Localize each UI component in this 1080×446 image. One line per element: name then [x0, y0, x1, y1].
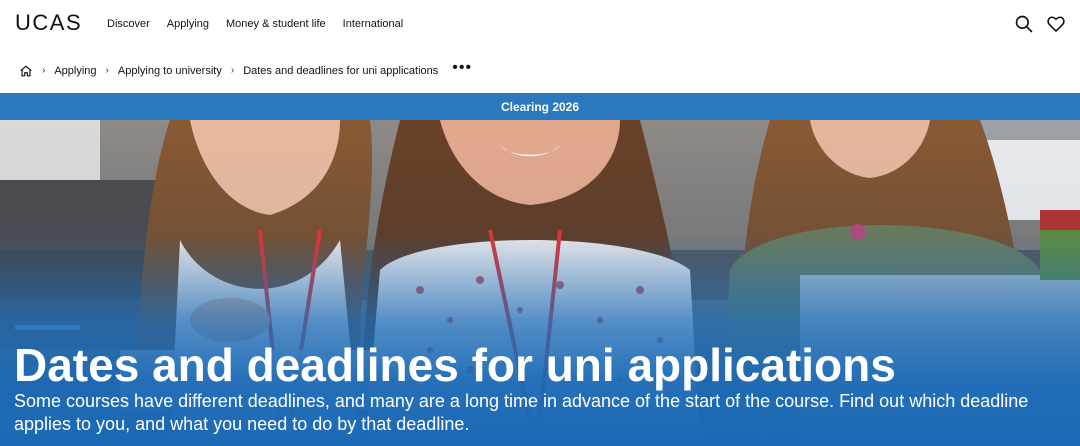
hero-section: Dates and deadlines for uni applications…	[0, 120, 1080, 446]
heart-icon[interactable]	[1045, 13, 1067, 35]
more-options-icon[interactable]: •••	[452, 59, 472, 75]
accent-bar	[15, 325, 80, 330]
home-icon[interactable]	[19, 64, 33, 78]
main-nav: Discover Applying Money & student life I…	[107, 0, 420, 48]
breadcrumb-current-page: Dates and deadlines for uni applications	[243, 64, 439, 77]
page-title: Dates and deadlines for uni applications	[14, 339, 896, 391]
page-intro: Some courses have different deadlines, a…	[14, 391, 1029, 434]
ucas-logo[interactable]: UCAS	[15, 11, 82, 35]
chevron-right-icon: ›	[230, 65, 235, 76]
chevron-right-icon: ›	[105, 65, 109, 76]
chevron-right-icon: ›	[42, 65, 46, 76]
site-header: UCAS Discover Applying Money & student l…	[0, 0, 1080, 48]
nav-applying[interactable]: Applying	[167, 0, 209, 48]
breadcrumb-applying[interactable]: Applying	[54, 65, 96, 77]
breadcrumb: › Applying › Applying to university › Da…	[0, 48, 1080, 93]
nav-international[interactable]: International	[343, 0, 404, 48]
clearing-link[interactable]: Clearing 2026	[501, 100, 579, 114]
nav-money-student-life[interactable]: Money & student life	[226, 0, 326, 48]
clearing-banner: Clearing 2026	[0, 93, 1080, 120]
nav-discover[interactable]: Discover	[107, 0, 150, 48]
breadcrumb-applying-to-university[interactable]: Applying to university	[118, 65, 222, 77]
search-icon[interactable]	[1013, 13, 1035, 35]
